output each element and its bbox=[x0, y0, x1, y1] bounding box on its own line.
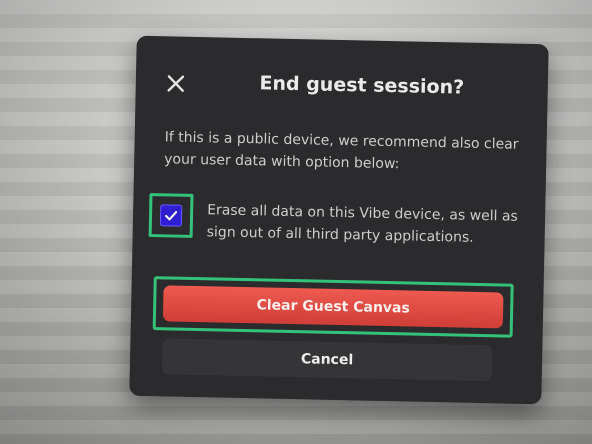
close-button[interactable] bbox=[165, 72, 187, 94]
clear-guest-canvas-button[interactable]: Clear Guest Canvas bbox=[162, 285, 504, 329]
erase-data-checkbox[interactable] bbox=[159, 204, 183, 227]
close-icon bbox=[167, 75, 185, 92]
clear-guest-canvas-highlight: Clear Guest Canvas bbox=[152, 276, 514, 338]
erase-data-label: Erase all data on this Vibe device, as w… bbox=[206, 202, 518, 246]
dialog-message: If this is a public device, we recommend… bbox=[164, 129, 519, 173]
cancel-button[interactable]: Cancel bbox=[161, 338, 493, 382]
erase-data-checkbox-highlight[interactable] bbox=[148, 193, 194, 238]
dialog-title: End guest session? bbox=[259, 72, 465, 99]
checkmark-icon bbox=[165, 211, 178, 221]
clear-guest-canvas-label: Clear Guest Canvas bbox=[256, 297, 410, 317]
end-guest-session-dialog: End guest session? If this is a public d… bbox=[129, 35, 549, 405]
cancel-label: Cancel bbox=[300, 351, 354, 369]
